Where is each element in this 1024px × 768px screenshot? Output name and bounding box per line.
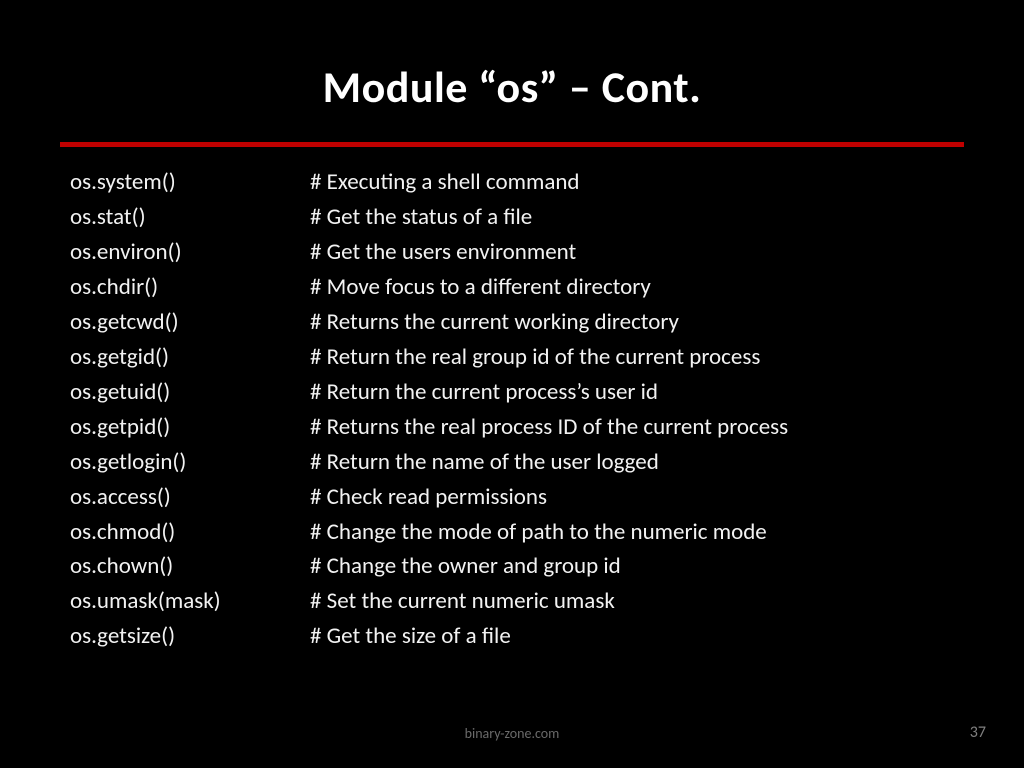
function-name: os.chown() (70, 549, 310, 584)
table-row: os.getcwd() # Returns the current workin… (70, 305, 954, 340)
function-desc: # Executing a shell command (310, 165, 954, 200)
function-name: os.getgid() (70, 340, 310, 375)
function-name: os.chmod() (70, 515, 310, 550)
function-desc: # Move focus to a different directory (310, 270, 954, 305)
function-desc: # Returns the real process ID of the cur… (310, 410, 954, 445)
table-row: os.access() # Check read permissions (70, 480, 954, 515)
slide-title: Module “os” – Cont. (60, 60, 964, 114)
function-name: os.access() (70, 480, 310, 515)
function-desc: # Get the size of a file (310, 619, 954, 654)
table-row: os.getsize() # Get the size of a file (70, 619, 954, 654)
table-row: os.chmod() # Change the mode of path to … (70, 515, 954, 550)
function-desc: # Set the current numeric umask (310, 584, 954, 619)
function-name: os.umask(mask) (70, 584, 310, 619)
page-number: 37 (970, 723, 986, 742)
function-name: os.getsize() (70, 619, 310, 654)
function-desc: # Return the current process’s user id (310, 375, 954, 410)
function-name: os.getcwd() (70, 305, 310, 340)
slide: Module “os” – Cont. os.system() # Execut… (0, 0, 1024, 768)
function-desc: # Check read permissions (310, 480, 954, 515)
table-row: os.getgid() # Return the real group id o… (70, 340, 954, 375)
table-row: os.getuid() # Return the current process… (70, 375, 954, 410)
function-desc: # Return the real group id of the curren… (310, 340, 954, 375)
function-desc: # Get the users environment (310, 235, 954, 270)
function-name: os.getuid() (70, 375, 310, 410)
function-name: os.chdir() (70, 270, 310, 305)
function-desc: # Returns the current working directory (310, 305, 954, 340)
table-row: os.stat() # Get the status of a file (70, 200, 954, 235)
table-row: os.getlogin() # Return the name of the u… (70, 445, 954, 480)
table-row: os.chown() # Change the owner and group … (70, 549, 954, 584)
table-row: os.getpid() # Returns the real process I… (70, 410, 954, 445)
footer-text: binary-zone.com (0, 725, 1024, 742)
table-row: os.chdir() # Move focus to a different d… (70, 270, 954, 305)
table-row: os.system() # Executing a shell command (70, 165, 954, 200)
function-name: os.environ() (70, 235, 310, 270)
function-desc: # Change the mode of path to the numeric… (310, 515, 954, 550)
title-divider (60, 142, 964, 147)
function-name: os.getlogin() (70, 445, 310, 480)
function-desc: # Change the owner and group id (310, 549, 954, 584)
table-row: os.environ() # Get the users environment (70, 235, 954, 270)
function-name: os.system() (70, 165, 310, 200)
table-row: os.umask(mask) # Set the current numeric… (70, 584, 954, 619)
function-name: os.stat() (70, 200, 310, 235)
function-desc: # Return the name of the user logged (310, 445, 954, 480)
content-area: os.system() # Executing a shell command … (60, 165, 964, 654)
function-name: os.getpid() (70, 410, 310, 445)
function-desc: # Get the status of a file (310, 200, 954, 235)
